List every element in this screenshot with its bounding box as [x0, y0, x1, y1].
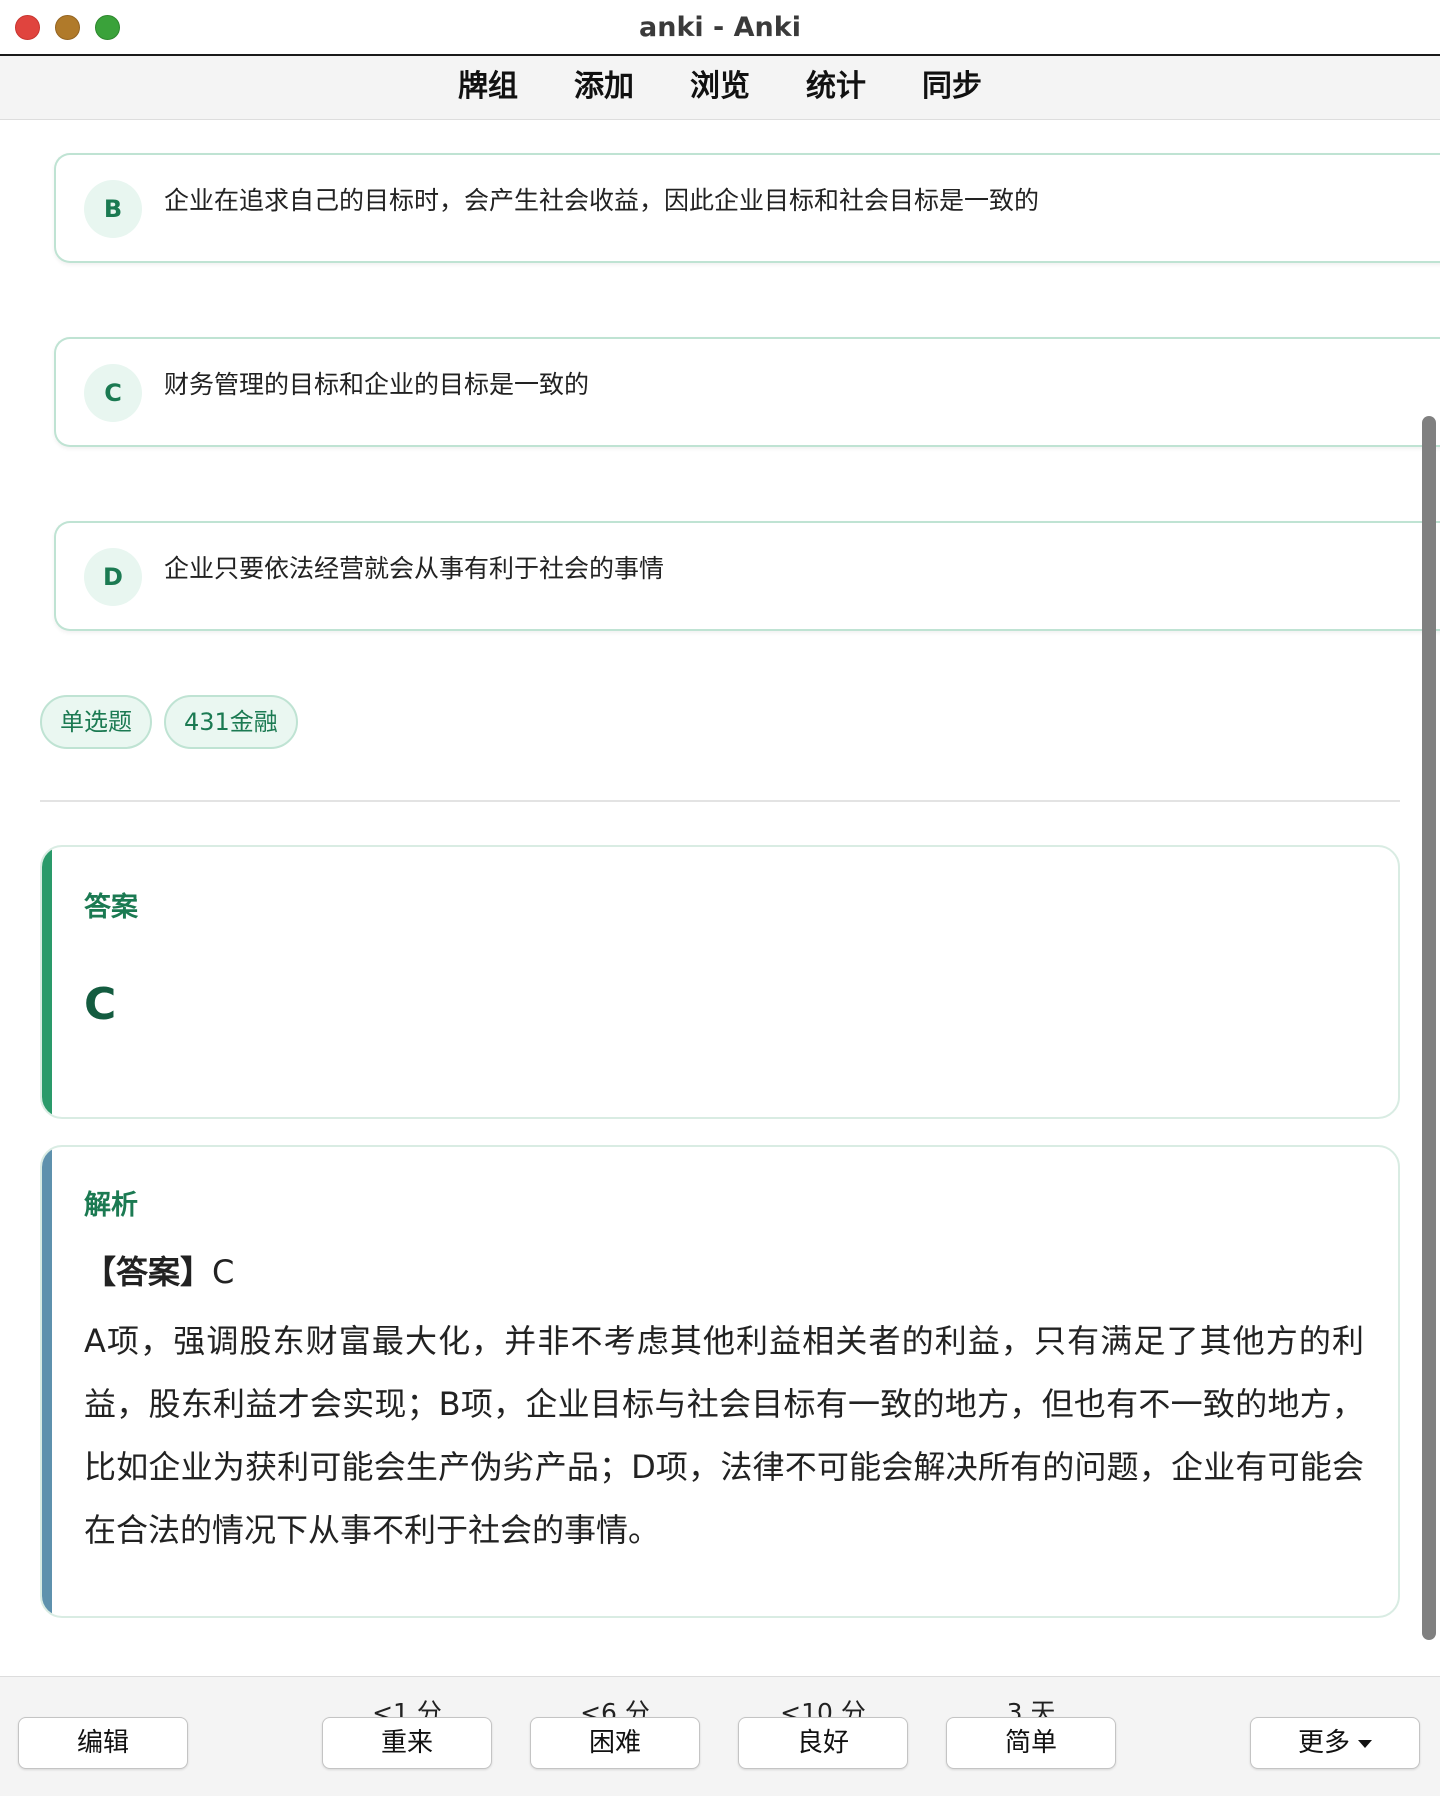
analysis-label: 解析	[84, 1190, 138, 1221]
window-title: anki - Anki	[639, 12, 801, 43]
option-c: C 财务管理的目标和企业的目标是一致的	[54, 337, 1440, 447]
option-text: 企业只要依法经营就会从事有利于社会的事情	[164, 554, 665, 583]
option-letter: C	[84, 364, 142, 422]
analysis-answer-bracket: 【答案】	[84, 1253, 213, 1291]
review-button-bar: 编辑 <1 分 重来 <6 分 困难 <10 分 良好 3 天 简单 更多	[0, 1676, 1440, 1796]
again-button[interactable]: 重来	[322, 1717, 492, 1769]
toolbar-add[interactable]: 添加	[556, 66, 672, 108]
option-letter: B	[84, 180, 142, 238]
more-button[interactable]: 更多	[1250, 1717, 1420, 1769]
tag-list: 单选题 431金融	[40, 695, 298, 749]
option-d: D 企业只要依法经营就会从事有利于社会的事情	[54, 521, 1440, 631]
answer-divider	[40, 800, 1400, 802]
tag-431-finance: 431金融	[164, 695, 298, 749]
analysis-accent-bar	[42, 1147, 52, 1616]
answer-value: C	[84, 979, 117, 1030]
toolbar-stats[interactable]: 统计	[788, 66, 904, 108]
anki-window: anki - Anki 牌组 添加 浏览 统计 同步 B 企业在追求自己的目标时…	[0, 0, 1440, 1796]
analysis-card: 解析 【答案】C A项，强调股东财富最大化，并非不考虑其他利益相关者的利益，只有…	[40, 1145, 1400, 1618]
hard-button[interactable]: 困难	[530, 1717, 700, 1769]
option-letter: D	[84, 548, 142, 606]
card-review-area: B 企业在追求自己的目标时，会产生社会收益，因此企业目标和社会目标是一致的 C …	[0, 121, 1440, 1676]
more-button-label: 更多	[1297, 1728, 1350, 1758]
analysis-answer-line: 【答案】C	[84, 1247, 234, 1293]
option-b: B 企业在追求自己的目标时，会产生社会收益，因此企业目标和社会目标是一致的	[54, 153, 1440, 263]
answer-card: 答案 C	[40, 845, 1400, 1119]
analysis-answer-value: C	[212, 1253, 235, 1291]
toolbar-browse[interactable]: 浏览	[672, 66, 788, 108]
toolbar-sync[interactable]: 同步	[904, 66, 1020, 108]
caret-down-icon	[1358, 1739, 1372, 1748]
toolbar-decks[interactable]: 牌组	[440, 66, 556, 108]
main-toolbar: 牌组 添加 浏览 统计 同步	[0, 56, 1440, 120]
title-bar: anki - Anki	[0, 0, 1440, 56]
vertical-scrollbar[interactable]	[1422, 416, 1436, 1640]
good-button[interactable]: 良好	[738, 1717, 908, 1769]
option-text: 财务管理的目标和企业的目标是一致的	[164, 370, 590, 399]
option-text: 企业在追求自己的目标时，会产生社会收益，因此企业目标和社会目标是一致的	[164, 186, 1040, 215]
easy-button[interactable]: 简单	[946, 1717, 1116, 1769]
edit-button[interactable]: 编辑	[18, 1717, 188, 1769]
answer-label: 答案	[84, 892, 138, 923]
tag-single-choice: 单选题	[40, 695, 152, 749]
answer-accent-bar	[42, 847, 52, 1117]
analysis-text: A项，强调股东财富最大化，并非不考虑其他利益相关者的利益，只有满足了其他方的利益…	[84, 1322, 1364, 1549]
